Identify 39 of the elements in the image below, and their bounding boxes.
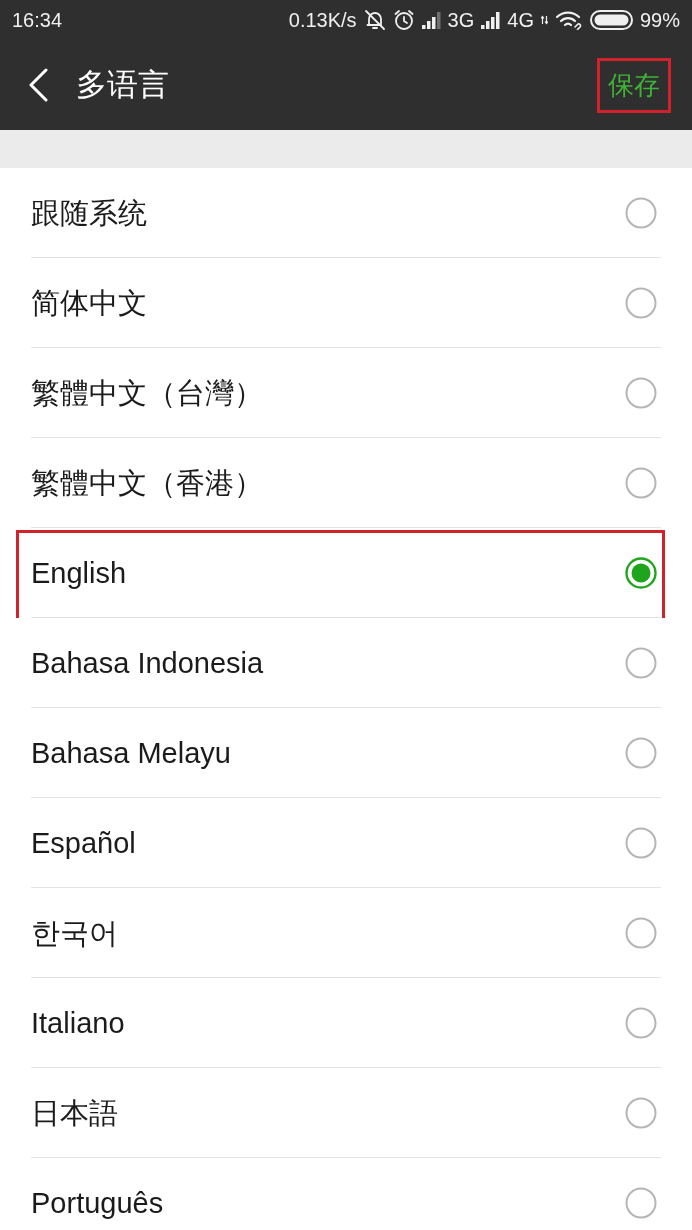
battery-percent: 99% [639,8,680,32]
clock-time: 16:34 [12,8,63,32]
alarm-clock-icon [392,9,415,31]
language-label: 한국어 [31,915,118,950]
signal-icon [421,11,441,29]
radio-icon[interactable] [625,826,657,859]
bell-off-icon [363,9,386,31]
wifi-icon [554,10,583,30]
radio-icon[interactable] [625,646,657,679]
radio-icon[interactable] [625,376,657,409]
data-arrows-icon [540,15,548,25]
network-speed: 0.13K/s [288,8,357,32]
network-type: 4G [507,8,534,32]
radio-icon[interactable] [625,286,657,319]
radio-selected-icon[interactable] [625,556,657,589]
page-title: 多语言 [76,66,169,104]
language-label: Bahasa Melayu [31,735,231,770]
radio-icon[interactable] [625,1096,657,1129]
language-label: 繁體中文（台灣） [31,375,263,410]
radio-icon[interactable] [625,1006,657,1039]
back-icon[interactable] [28,68,48,102]
radio-icon[interactable] [625,736,657,769]
language-label: Português [31,1185,164,1220]
radio-icon[interactable] [625,1186,657,1219]
radio-icon[interactable] [625,916,657,949]
radio-icon[interactable] [625,466,657,499]
language-label: 跟随系统 [31,195,147,230]
language-label: Español [31,825,136,860]
language-label: Italiano [31,1005,125,1040]
language-label: Bahasa Indonesia [31,645,264,680]
save-button[interactable]: 保存 [597,57,671,113]
language-label: 日本語 [31,1095,118,1130]
network-type: 3G [447,8,475,32]
language-label: 简体中文 [31,285,147,320]
battery-icon [589,10,633,30]
radio-icon[interactable] [625,196,657,229]
signal-icon [481,11,501,29]
language-label: 繁體中文（香港） [31,465,263,500]
language-label: English [31,555,127,590]
